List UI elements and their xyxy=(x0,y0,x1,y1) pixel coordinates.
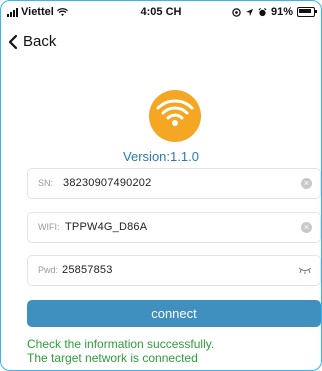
sn-label: SN: xyxy=(38,178,54,188)
status-bar: Viettel 4:05 CH 91% xyxy=(1,1,321,23)
battery-percent: 91% xyxy=(270,6,293,18)
wifi-value[interactable]: TPPW4G_D86A xyxy=(65,221,147,233)
phone-screen: Viettel 4:05 CH 91% Back Version:1.1.0 S… xyxy=(0,0,322,371)
location-icon xyxy=(232,7,241,17)
clear-icon[interactable]: × xyxy=(301,178,312,189)
battery-icon xyxy=(297,7,317,17)
status-right: 91% xyxy=(232,6,317,18)
version-label: Version:1.1.0 xyxy=(123,149,199,164)
navigation-arrow-icon xyxy=(245,8,254,16)
sn-field[interactable]: SN: 38230907490202 × xyxy=(27,168,321,199)
connect-button[interactable]: connect xyxy=(27,300,321,327)
clear-icon[interactable]: × xyxy=(301,222,312,233)
password-field[interactable]: Pwd: 25857853 xyxy=(27,255,321,286)
wifi-logo-icon xyxy=(149,90,201,142)
password-label: Pwd: xyxy=(38,265,59,275)
sn-value[interactable]: 38230907490202 xyxy=(63,177,151,189)
status-message-line-2: The target network is connected xyxy=(27,351,198,365)
chevron-left-icon xyxy=(8,34,18,49)
back-label: Back xyxy=(23,33,57,50)
wifi-field[interactable]: WIFI: TPPW4G_D86A × xyxy=(27,212,321,243)
alarm-icon xyxy=(258,7,267,16)
eye-closed-icon[interactable] xyxy=(298,266,312,275)
status-message: Check the information successfully. The … xyxy=(27,337,214,365)
status-message-line-1: Check the information successfully. xyxy=(27,337,215,351)
password-value[interactable]: 25857853 xyxy=(62,264,113,276)
back-button[interactable]: Back xyxy=(7,33,56,50)
wifi-label: WIFI: xyxy=(38,222,60,232)
